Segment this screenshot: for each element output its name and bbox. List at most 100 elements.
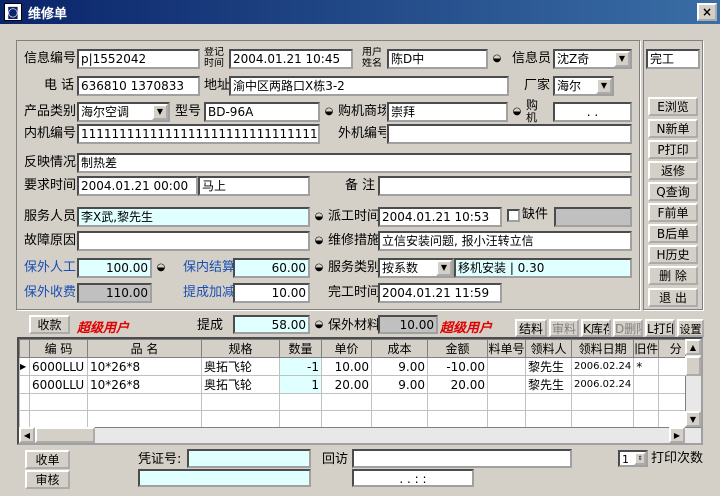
col-header[interactable]: 料单号 <box>487 339 526 358</box>
table-cell[interactable]: 6000LLU <box>29 375 88 394</box>
col-header[interactable]: 金额 <box>427 339 488 358</box>
chevron-down-icon[interactable]: ▼ <box>614 51 630 67</box>
dispatch-time-field[interactable]: 2004.01.21 10:53 <box>378 207 502 227</box>
finish-time-field[interactable]: 2004.01.21 11:59 <box>378 283 502 303</box>
lookup-icon[interactable]: ◒ <box>312 212 326 222</box>
reg-time-field[interactable]: 2004.01.21 10:45 <box>229 49 353 69</box>
exit-button[interactable]: 退 出 <box>648 288 698 307</box>
voucher-field[interactable] <box>187 449 311 468</box>
table-cell[interactable]: 6000LLU <box>29 357 88 376</box>
spinner-icon[interactable]: ⇕ <box>634 452 646 465</box>
lookup-icon[interactable]: ◒ <box>322 107 336 117</box>
phone-field[interactable]: 636810 1370833 <box>77 76 200 96</box>
table-row[interactable] <box>19 393 694 411</box>
collect-button[interactable]: 收款 <box>29 315 70 334</box>
scroll-up-icon[interactable]: ▲ <box>685 339 701 355</box>
settle-material-button[interactable]: 结料 <box>515 319 547 337</box>
lookup-icon[interactable]: ◒ <box>312 263 326 273</box>
table-cell[interactable]: -1 <box>279 357 322 376</box>
inner-no-field[interactable]: 1111111111111111111111111111111 <box>77 124 320 144</box>
remark-field[interactable] <box>378 176 632 196</box>
col-header[interactable]: 单价 <box>321 339 372 358</box>
table-cell[interactable]: 1 <box>279 375 322 394</box>
outer-no-field[interactable] <box>387 124 632 144</box>
col-header[interactable]: 品 名 <box>87 339 202 358</box>
product-select[interactable]: 海尔空调 ▼ <box>77 102 170 122</box>
table-cell[interactable] <box>487 357 526 376</box>
revisit-field[interactable] <box>352 449 572 468</box>
lookup-icon[interactable]: ◒ <box>312 320 326 330</box>
lookup-icon[interactable]: ◒ <box>510 107 524 117</box>
table-row[interactable] <box>19 410 694 428</box>
scroll-down-icon[interactable]: ▼ <box>685 411 701 427</box>
user-name-field[interactable]: 陈D中 <box>387 49 488 69</box>
receipt-button[interactable]: 收单 <box>25 450 70 469</box>
col-header[interactable]: 领料人 <box>525 339 572 358</box>
shop-field[interactable]: 崇拜 <box>387 102 508 122</box>
horizontal-scrollbar[interactable]: ◀ ▶ <box>19 427 701 443</box>
table-row[interactable]: ▶ 6000LLU 10*26*8 奥拓飞轮 -1 10.00 9.00 -10… <box>19 357 694 376</box>
table-cell[interactable]: 10.00 <box>321 357 372 376</box>
material-table[interactable]: 编 码 品 名 规格 数量 单价 成本 金额 料单号 领料人 领料日期 旧件 分… <box>17 337 703 445</box>
scroll-left-icon[interactable]: ◀ <box>19 427 35 443</box>
new-button[interactable]: N新单 <box>648 119 698 138</box>
print-count-spinner[interactable]: 1 ⇕ <box>618 450 648 467</box>
table-cell[interactable]: 黎先生 <box>525 357 572 376</box>
table-cell[interactable]: * <box>633 357 660 376</box>
table-cell[interactable]: 9.00 <box>371 375 428 394</box>
table-cell[interactable]: 2006.02.24 <box>570 357 635 376</box>
table-row[interactable]: 6000LLU 10*26*8 奥拓飞轮 1 20.00 9.00 20.00 … <box>19 375 694 394</box>
chevron-down-icon[interactable]: ▼ <box>436 260 452 276</box>
info-src-select[interactable]: 沈Z奇 ▼ <box>553 49 632 69</box>
col-header[interactable]: 领料日期 <box>570 339 635 358</box>
scroll-thumb[interactable] <box>35 427 95 443</box>
chevron-down-icon[interactable]: ▼ <box>596 78 612 94</box>
repair-again-button[interactable]: 返修 <box>648 161 698 180</box>
close-button[interactable]: × <box>697 3 717 21</box>
scroll-right-icon[interactable]: ▶ <box>669 427 685 443</box>
table-cell[interactable]: 奥拓飞轮 <box>201 375 280 394</box>
svc-type-select[interactable]: 按系数 ▼ <box>378 258 454 278</box>
table-cell[interactable]: 黎先生 <box>525 375 572 394</box>
model-field[interactable]: BD-96A <box>204 102 320 122</box>
table-cell[interactable]: 20.00 <box>321 375 372 394</box>
next-button[interactable]: B后单 <box>648 224 698 243</box>
prev-button[interactable]: F前单 <box>648 203 698 222</box>
print-material-button[interactable]: L打印 <box>645 319 675 337</box>
col-header[interactable]: 成本 <box>371 339 428 358</box>
settings-button[interactable]: 设置 <box>677 319 704 337</box>
table-cell[interactable]: 10*26*8 <box>87 357 202 376</box>
req-time-field[interactable]: 2004.01.21 00:00 <box>77 176 198 196</box>
in-settle-field[interactable]: 60.00 <box>233 258 310 278</box>
table-cell[interactable]: 20.00 <box>427 375 488 394</box>
col-header[interactable]: 数量 <box>279 339 322 358</box>
address-field[interactable]: 渝中区两路口X栋3-2 <box>229 76 509 96</box>
buy-date-field[interactable]: . . <box>553 102 632 122</box>
stock-button[interactable]: K库存 <box>581 319 611 337</box>
feedback-field[interactable]: 制热差 <box>77 153 632 173</box>
bonus-field[interactable]: 10.00 <box>233 283 310 303</box>
browse-button[interactable]: E浏览 <box>648 97 698 116</box>
maker-select[interactable]: 海尔 ▼ <box>553 76 614 96</box>
history-button[interactable]: H历史 <box>648 245 698 264</box>
measure-field[interactable]: 立信安装问题, 报小汪转立信 <box>378 231 632 251</box>
staff-field[interactable]: 李X武,黎先生 <box>77 207 310 227</box>
missing-checkbox[interactable] <box>507 209 520 222</box>
col-header[interactable]: 编 码 <box>29 339 88 358</box>
audit-button[interactable]: 审核 <box>25 470 70 489</box>
req-note-field[interactable]: 马上 <box>198 176 310 196</box>
table-cell[interactable] <box>487 375 526 394</box>
chevron-down-icon[interactable]: ▼ <box>152 104 168 120</box>
revisit-date-field[interactable]: . . : : <box>352 469 474 487</box>
out-labor-field[interactable]: 100.00 <box>77 258 152 278</box>
lookup-icon[interactable]: ◒ <box>490 54 504 64</box>
lookup-icon[interactable]: ◒ <box>312 236 326 246</box>
lookup-icon[interactable]: ◒ <box>154 263 168 273</box>
col-header[interactable]: 规格 <box>201 339 280 358</box>
table-cell[interactable]: 2006.02.24 <box>570 375 635 394</box>
col-header[interactable]: 旧件 <box>633 339 660 358</box>
table-cell[interactable] <box>633 375 660 394</box>
delete-button[interactable]: 删 除 <box>648 266 698 285</box>
table-cell[interactable]: 10*26*8 <box>87 375 202 394</box>
query-button[interactable]: Q查询 <box>648 182 698 201</box>
